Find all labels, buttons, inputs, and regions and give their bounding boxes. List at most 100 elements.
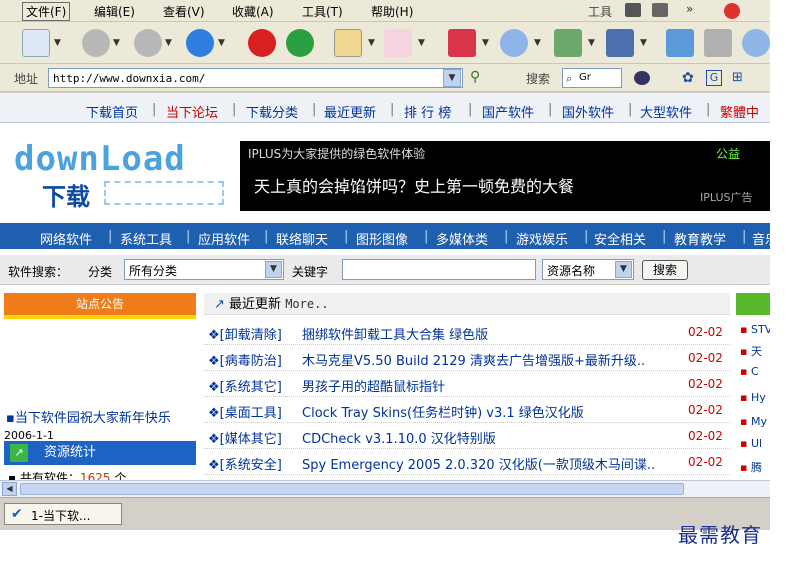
right-list-item[interactable]: ▪ C (740, 365, 759, 378)
menu-edit[interactable]: 编辑(E) (94, 3, 135, 20)
cat-system[interactable]: 系统工具 (120, 229, 172, 248)
list-item[interactable]: ❖[卸载清除] 捆绑软件卸载工具大合集 绿色版 02-02 (204, 319, 730, 345)
edit-dropdown-icon[interactable]: ▼ (368, 38, 375, 48)
forward-dropdown-icon[interactable]: ▼ (165, 38, 172, 48)
menu-favorites[interactable]: 收藏(A) (232, 3, 274, 20)
search-dropdown-icon[interactable]: ▼ (534, 38, 541, 48)
menu-file[interactable]: 文件(F) (22, 2, 71, 21)
address-dropdown-icon[interactable]: ▼ (443, 69, 461, 87)
right-list-item[interactable]: ▪ My m (740, 415, 770, 428)
stop-small-icon[interactable] (724, 3, 740, 19)
list-item-title[interactable]: Spy Emergency 2005 2.0.320 汉化版(一款顶级木马间谍.… (302, 454, 655, 473)
right-list-item[interactable]: ▪ Hy (740, 391, 766, 404)
cat-graphics[interactable]: 图形图像 (356, 229, 408, 248)
topnav-categories[interactable]: 下载分类 (246, 102, 298, 121)
ad-banner[interactable]: IPLUS为大家提供的绿色软件体验 公益 天上真的会掉馅饼吗？史上第一顿免费的大… (240, 141, 770, 211)
list-item-title[interactable]: 男孩子用的超酷鼠标指针 (302, 376, 445, 395)
cat-music[interactable]: 音乐 (752, 229, 770, 248)
back-icon[interactable] (82, 29, 110, 57)
new-dropdown-icon[interactable]: ▼ (54, 38, 61, 48)
topnav-forum[interactable]: 当下论坛 (166, 102, 218, 121)
refresh-icon[interactable] (286, 29, 314, 57)
cat-apps[interactable]: 应用软件 (198, 229, 250, 248)
stop-icon[interactable] (248, 29, 276, 57)
topnav-sep: | (468, 102, 473, 117)
g-icon[interactable]: G (706, 70, 722, 86)
back-dropdown-icon[interactable]: ▼ (113, 38, 120, 48)
category-select[interactable]: 所有分类 ▼ (124, 259, 284, 280)
cat-sep: | (742, 229, 747, 244)
list-item[interactable]: ❖[媒体其它] CDCheck v3.1.10.0 汉化特别版 02-02 (204, 423, 730, 449)
topnav-traditional[interactable]: 繁體中 (720, 102, 759, 121)
list-item[interactable]: ❖[系统其它] 男孩子用的超酷鼠标指针 02-02 (204, 371, 730, 397)
list-item-title[interactable]: 捆绑软件卸载工具大合集 绿色版 (302, 324, 488, 343)
address-input[interactable]: http://www.downxia.com/ (48, 68, 463, 88)
menu-help[interactable]: 帮助(H) (371, 3, 413, 20)
right-list-item[interactable]: ▪ STV (740, 323, 770, 336)
tab-strip: ✔ 1-当下软... (0, 497, 770, 530)
menu-bar: 文件(F) 编辑(E) 查看(V) 收藏(A) 工具(T) 帮助(H) 工具 » (0, 0, 770, 22)
right-list-item[interactable]: ▪ 腾 (740, 459, 762, 475)
latest-title: 最近更新 (229, 297, 282, 312)
filter-icon[interactable] (384, 29, 412, 57)
list-item-title[interactable]: Clock Tray Skins(任务栏时钟) v3.1 绿色汉化版 (302, 402, 584, 421)
field-select[interactable]: 资源名称 ▼ (542, 259, 634, 280)
new-page-icon[interactable] (22, 29, 50, 57)
keyword-input[interactable] (342, 259, 536, 280)
paw-icon[interactable]: ✿ (682, 70, 694, 86)
scroll-left-icon[interactable]: ◀ (2, 482, 17, 496)
topnav-latest[interactable]: 最近更新 (324, 102, 376, 121)
topnav-large[interactable]: 大型软件 (640, 102, 692, 121)
menu-view[interactable]: 查看(V) (163, 3, 205, 20)
site-logo[interactable]: downLoad 下载 (12, 137, 232, 211)
chevron-more-icon[interactable]: » (686, 2, 693, 16)
browser-tab[interactable]: ✔ 1-当下软... (4, 503, 122, 525)
topnav-ranking[interactable]: 排 行 榜 (404, 102, 451, 121)
right-list-item[interactable]: ▪ Ul (740, 437, 762, 450)
forward-icon[interactable] (134, 29, 162, 57)
notice-item[interactable]: ▪当下软件园祝大家新年快乐 (6, 407, 171, 426)
cat-network[interactable]: 网络软件 (40, 229, 92, 248)
list-item-title[interactable]: CDCheck v3.1.10.0 汉化特别版 (302, 428, 496, 447)
save-icon[interactable] (606, 29, 634, 57)
more-link[interactable]: More.. (285, 297, 328, 311)
topnav-home[interactable]: 下载首页 (86, 102, 138, 121)
scroll-thumb[interactable] (20, 483, 684, 495)
cat-games[interactable]: 游戏娱乐 (516, 229, 568, 248)
panel-icon[interactable] (666, 29, 694, 57)
tools-icon[interactable] (704, 29, 732, 57)
edit-page-icon[interactable] (334, 29, 362, 57)
printer2-icon[interactable] (652, 3, 668, 17)
list-item[interactable]: ❖[病毒防治] 木马克星V5.50 Build 2129 清爽去广告增强版+最新… (204, 345, 730, 371)
printer-icon[interactable] (625, 3, 641, 17)
tab-icon[interactable] (448, 29, 476, 57)
search-button[interactable]: 搜索 (642, 260, 688, 280)
topnav-domestic[interactable]: 国产软件 (482, 102, 534, 121)
list-item-title[interactable]: 木马克星V5.50 Build 2129 清爽去广告增强版+最新升级.. (302, 350, 645, 369)
go-icon[interactable]: ⚲ (470, 69, 480, 85)
cat-security[interactable]: 安全相关 (594, 229, 646, 248)
cat-sep: | (662, 229, 667, 244)
picture-icon[interactable] (554, 29, 582, 57)
menu-tools[interactable]: 工具(T) (302, 3, 343, 20)
cat-education[interactable]: 教育教学 (674, 229, 726, 248)
up-dropdown-icon[interactable]: ▼ (218, 38, 225, 48)
list-item-date: 02-02 (688, 325, 723, 339)
tab-dropdown-icon[interactable]: ▼ (482, 38, 489, 48)
list-item[interactable]: ❖[系统安全] Spy Emergency 2005 2.0.320 汉化版(一… (204, 449, 730, 475)
filter-dropdown-icon[interactable]: ▼ (418, 38, 425, 48)
topnav-foreign[interactable]: 国外软件 (562, 102, 614, 121)
picture-dropdown-icon[interactable]: ▼ (588, 38, 595, 48)
cat-chat[interactable]: 联络聊天 (276, 229, 328, 248)
horizontal-scrollbar[interactable]: ◀ (0, 480, 770, 497)
up-icon[interactable] (186, 29, 214, 57)
save-dropdown-icon[interactable]: ▼ (640, 38, 647, 48)
right-list-item[interactable]: ▪ 天 (740, 343, 762, 359)
cart-icon[interactable]: ⊞ (732, 70, 743, 85)
zoom-icon[interactable] (742, 29, 770, 57)
list-item[interactable]: ❖[桌面工具] Clock Tray Skins(任务栏时钟) v3.1 绿色汉… (204, 397, 730, 423)
search-icon[interactable] (500, 29, 528, 57)
cat-media[interactable]: 多媒体类 (436, 229, 488, 248)
arrow-up-right-icon: ↗ (214, 297, 225, 312)
engine-icon[interactable] (634, 71, 650, 85)
